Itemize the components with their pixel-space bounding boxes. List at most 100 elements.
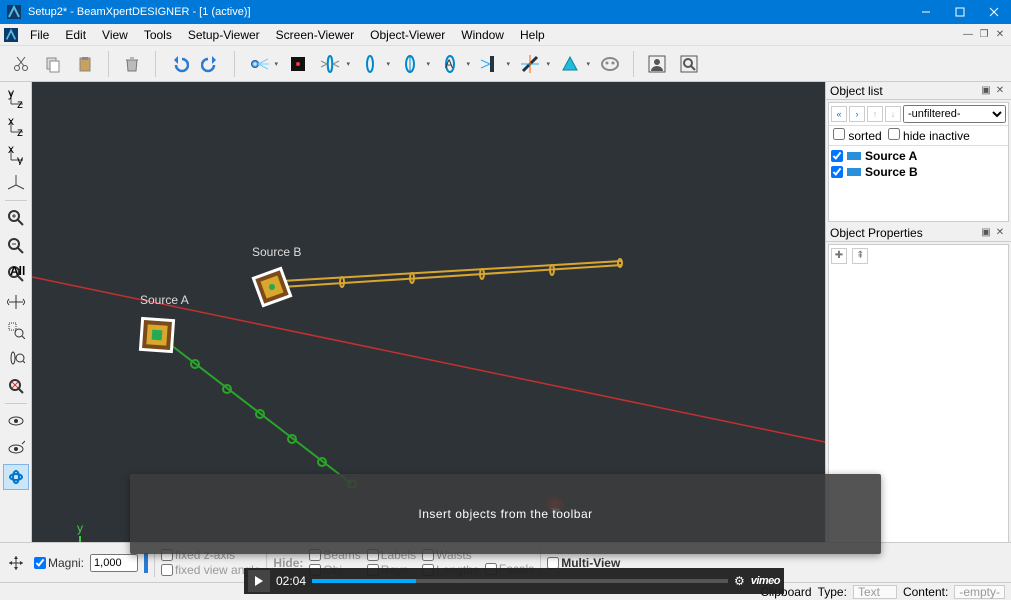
insert-mirror-button[interactable]	[475, 49, 513, 79]
window-titlebar: Setup2* - BeamXpertDESIGNER - [1 (active…	[0, 0, 1011, 24]
svg-text:z: z	[17, 125, 23, 137]
list-up-button[interactable]: ↑	[867, 106, 883, 122]
video-brand-logo: vimeo	[751, 575, 780, 587]
list-item-label: Source A	[865, 149, 917, 163]
svg-text:x: x	[8, 117, 14, 128]
mdi-close-icon[interactable]: ✕	[993, 29, 1007, 40]
zoom-out-button[interactable]	[3, 233, 29, 259]
sorted-checkbox[interactable]: sorted	[833, 128, 882, 143]
svg-text:y: y	[77, 521, 83, 535]
insert-screen-button[interactable]	[283, 49, 313, 79]
insert-prism-button[interactable]	[555, 49, 593, 79]
menubar: File Edit View Tools Setup-Viewer Screen…	[0, 24, 1011, 46]
video-player-controls[interactable]: 02:04 ⚙ vimeo	[244, 568, 784, 594]
insert-lens1-button[interactable]	[315, 49, 353, 79]
fit-button[interactable]	[3, 289, 29, 315]
magnification-input[interactable]	[90, 554, 138, 572]
menu-setup-viewer[interactable]: Setup-Viewer	[180, 26, 268, 44]
show-eye-button[interactable]	[3, 408, 29, 434]
clipboard-type-label: Type:	[818, 585, 847, 599]
source-swatch-icon	[847, 168, 861, 176]
list-item-label: Source B	[865, 165, 918, 179]
insert-lens2-button[interactable]	[355, 49, 393, 79]
zoom-in-button[interactable]	[3, 205, 29, 231]
view-xy-button[interactable]: xy	[3, 142, 29, 168]
pan-tool-button[interactable]	[4, 551, 28, 575]
list-item[interactable]: Source A	[831, 148, 1006, 164]
insert-source-button[interactable]	[243, 49, 281, 79]
video-settings-icon[interactable]: ⚙	[734, 574, 745, 588]
inspect-button[interactable]	[674, 49, 704, 79]
play-button[interactable]	[248, 570, 270, 592]
undo-button[interactable]	[164, 49, 194, 79]
menu-file[interactable]: File	[22, 26, 57, 44]
panel-float-icon[interactable]: ▣	[979, 227, 993, 238]
panel-close-icon[interactable]: ✕	[993, 227, 1007, 238]
list-item[interactable]: Source B	[831, 164, 1006, 180]
view-xz-button[interactable]: xz	[3, 114, 29, 140]
user-button[interactable]	[642, 49, 672, 79]
objectlist-title: Object list	[830, 84, 883, 98]
zoom-lens-button[interactable]	[3, 345, 29, 371]
objectlist-filter-select[interactable]: -unfiltered-	[903, 105, 1006, 123]
mdi-restore-icon[interactable]: ❐	[977, 29, 991, 40]
props-add-button[interactable]: ✚	[831, 248, 847, 264]
insert-splitter-button[interactable]	[515, 49, 553, 79]
video-time: 02:04	[276, 574, 306, 588]
list-prev-all-button[interactable]: «	[831, 106, 847, 122]
zoom-all-button[interactable]: All	[3, 261, 29, 287]
paste-button[interactable]	[70, 49, 100, 79]
copy-button[interactable]	[38, 49, 68, 79]
magni-indicator	[144, 553, 148, 573]
toolbar-top: A	[0, 46, 1011, 82]
window-minimize-button[interactable]	[909, 0, 943, 24]
svg-text:x: x	[8, 145, 14, 156]
panel-float-icon[interactable]: ▣	[979, 85, 993, 96]
mdi-minimize-icon[interactable]: —	[961, 29, 975, 40]
app-icon	[6, 4, 22, 20]
video-scrubber[interactable]	[312, 579, 728, 583]
window-maximize-button[interactable]	[943, 0, 977, 24]
source-swatch-icon	[847, 152, 861, 160]
menu-edit[interactable]: Edit	[57, 26, 94, 44]
clipboard-content-label: Content:	[903, 585, 948, 599]
tutorial-overlay-text: Insert objects from the toolbar	[418, 507, 592, 521]
hide-inactive-checkbox[interactable]: hide inactive	[888, 128, 970, 143]
insert-aperture-button[interactable]: A	[435, 49, 473, 79]
list-prev-button[interactable]: ›	[849, 106, 865, 122]
svg-text:A: A	[445, 57, 453, 71]
menu-view[interactable]: View	[94, 26, 136, 44]
objectlist-header: Object list ▣ ✕	[826, 82, 1011, 100]
cut-button[interactable]	[6, 49, 36, 79]
menu-screen-viewer[interactable]: Screen-Viewer	[268, 26, 362, 44]
menu-object-viewer[interactable]: Object-Viewer	[362, 26, 453, 44]
svg-text:y: y	[8, 89, 14, 100]
clipboard-content-value: -empty-	[954, 585, 1005, 599]
list-down-button[interactable]: ↓	[885, 106, 901, 122]
item-visible-checkbox[interactable]	[831, 150, 843, 162]
zoom-region-button[interactable]	[3, 317, 29, 343]
insert-lens3-button[interactable]	[395, 49, 433, 79]
rotate-3d-button[interactable]	[3, 464, 29, 490]
show-eye2-button[interactable]	[3, 436, 29, 462]
insert-detector-button[interactable]	[595, 49, 625, 79]
zoom-reset-button[interactable]	[3, 373, 29, 399]
panel-close-icon[interactable]: ✕	[993, 85, 1007, 96]
window-close-button[interactable]	[977, 0, 1011, 24]
view-3d-button[interactable]	[3, 170, 29, 196]
magnification-checkbox[interactable]: Magni:	[34, 556, 84, 570]
menu-tools[interactable]: Tools	[136, 26, 180, 44]
menu-window[interactable]: Window	[453, 26, 512, 44]
clipboard-type-value: Text	[853, 585, 897, 599]
tutorial-overlay: Insert objects from the toolbar	[130, 474, 881, 554]
redo-button[interactable]	[196, 49, 226, 79]
app-small-icon	[4, 28, 18, 42]
source-b-label: Source B	[252, 245, 301, 259]
item-visible-checkbox[interactable]	[831, 166, 843, 178]
props-up-button[interactable]: ⇞	[852, 248, 868, 264]
delete-button[interactable]	[117, 49, 147, 79]
svg-text:All: All	[10, 265, 25, 278]
view-yz-button[interactable]: yz	[3, 86, 29, 112]
source-a-label: Source A	[140, 293, 189, 307]
menu-help[interactable]: Help	[512, 26, 553, 44]
